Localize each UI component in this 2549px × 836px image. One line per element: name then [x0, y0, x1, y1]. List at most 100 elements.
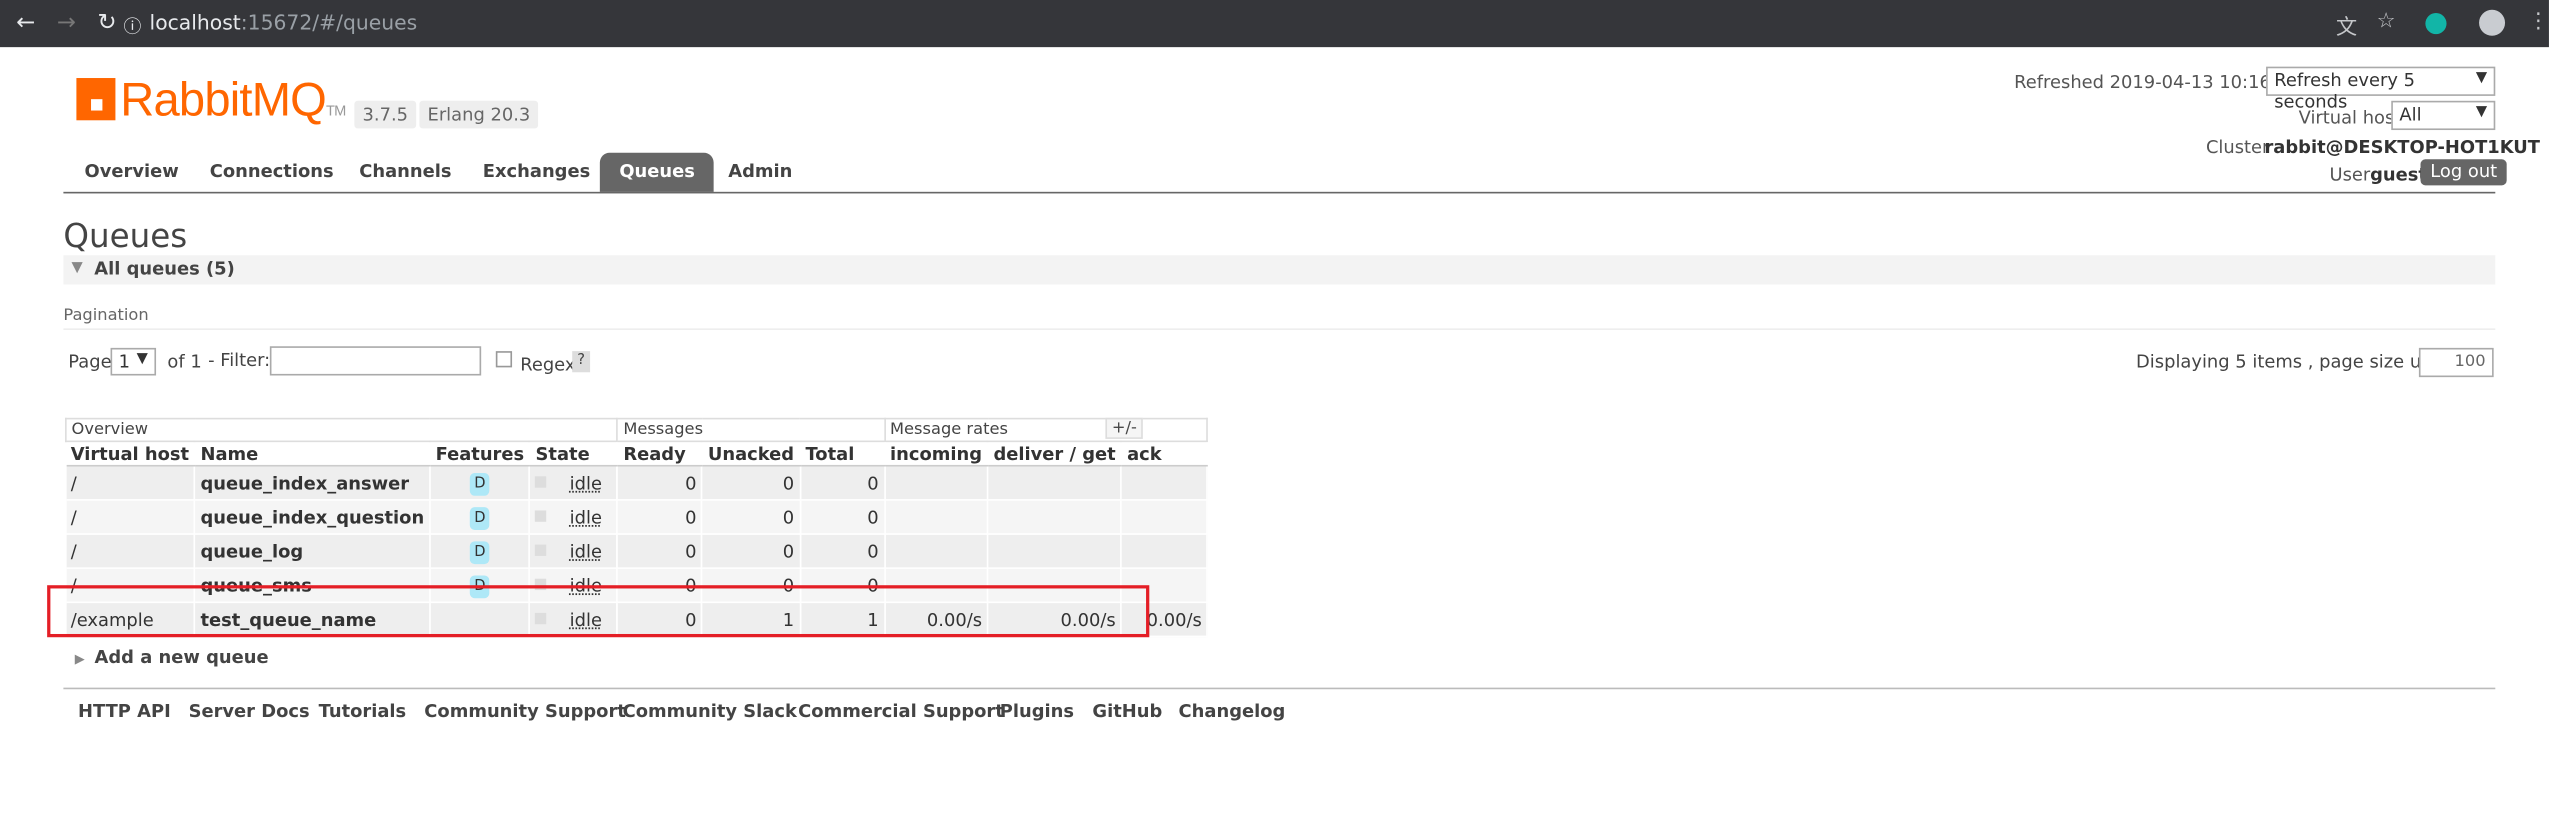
cell-incoming [884, 465, 989, 501]
col-vhost[interactable]: Virtual host [65, 441, 196, 467]
all-queues-label: All queues (5) [94, 258, 235, 280]
cell-total: 0 [799, 499, 886, 535]
footer-link-github[interactable]: GitHub [1092, 701, 1162, 722]
add-queue-section[interactable]: ▶ Add a new queue [63, 646, 269, 669]
group-overview: Overview [65, 417, 619, 443]
footer-link-community-slack[interactable]: Community Slack [623, 701, 797, 722]
cell-ready: 0 [617, 534, 703, 569]
col-name[interactable]: Name [194, 441, 431, 467]
extension-icon[interactable] [2425, 13, 2447, 35]
state-icon [535, 543, 547, 556]
columns-toggle-button[interactable]: +/- [1105, 417, 1144, 439]
footer-link-tutorials[interactable]: Tutorials [319, 701, 407, 722]
group-messages: Messages [616, 417, 886, 443]
refreshed-label: Refreshed 2019-04-13 10:16:01 [2014, 71, 2300, 93]
regex-help-button[interactable]: ? [572, 351, 591, 373]
col-ready[interactable]: Ready [617, 441, 703, 467]
footer-link-server-docs[interactable]: Server Docs [189, 701, 310, 722]
filter-input[interactable] [269, 346, 482, 376]
chevron-down-icon: ▼ [136, 351, 148, 368]
divider [63, 328, 2496, 330]
col-deliver-get[interactable]: deliver / get [987, 441, 1123, 467]
cell-ack [1121, 499, 1209, 535]
vhost-select[interactable]: All ▼ [2391, 100, 2496, 131]
refresh-select[interactable]: Refresh every 5 seconds ▼ [2266, 66, 2496, 112]
page-size-input[interactable]: 100 [2418, 347, 2494, 378]
col-unacked[interactable]: Unacked [702, 441, 801, 467]
tab-admin[interactable]: Admin [728, 161, 792, 182]
cell-vhost: / [65, 534, 196, 569]
add-queue-label: Add a new queue [94, 646, 269, 669]
collapse-icon: ▼ [71, 260, 83, 277]
address-bar[interactable]: localhost:15672/#/queues [150, 10, 418, 34]
translate-icon[interactable]: 文 [2336, 10, 2357, 40]
group-message-rates: Message rates [883, 417, 1209, 443]
cell-total: 0 [799, 534, 886, 569]
erlang-badge: Erlang 20.3 [419, 100, 539, 129]
regex-label: Regex [520, 354, 576, 376]
page-title: Queues [63, 216, 188, 256]
footer-link-community-support[interactable]: Community Support [424, 701, 626, 722]
cell-unacked: 0 [702, 465, 801, 501]
cell-ack [1121, 534, 1209, 569]
cell-unacked: 0 [702, 534, 801, 569]
tab-exchanges[interactable]: Exchanges [483, 161, 590, 182]
chevron-down-icon: ▼ [2475, 104, 2488, 121]
state-icon [535, 475, 547, 487]
col-features[interactable]: Features [429, 441, 531, 467]
rabbitmq-logo: RabbitMQTM [76, 75, 346, 129]
state-label: idle [569, 540, 602, 562]
cell-ready: 0 [617, 499, 703, 535]
tab-queues[interactable]: Queues [599, 152, 715, 192]
cell-ready: 0 [617, 465, 703, 501]
table-row: / queue_index_answer D idle 0 0 0 [65, 465, 1209, 501]
menu-icon[interactable]: ⋮ [2528, 10, 2549, 34]
forward-icon[interactable]: → [57, 10, 76, 36]
tab-channels[interactable]: Channels [359, 161, 451, 182]
info-icon[interactable]: ⓘ [124, 13, 142, 39]
highlight-box [47, 585, 1150, 638]
all-queues-section[interactable]: ▼ All queues (5) [63, 255, 2496, 285]
footer-link-plugins[interactable]: Plugins [1000, 701, 1074, 722]
star-icon[interactable]: ☆ [2377, 10, 2396, 34]
cell-incoming [884, 499, 989, 535]
cell-unacked: 0 [702, 499, 801, 535]
col-incoming[interactable]: incoming [884, 441, 989, 467]
queue-name-link[interactable]: queue_index_answer [194, 465, 431, 501]
table-row: / queue_log D idle 0 0 0 [65, 534, 1209, 569]
col-state[interactable]: State [529, 441, 619, 467]
col-total[interactable]: Total [799, 441, 886, 467]
back-icon[interactable]: ← [16, 10, 35, 36]
url-host: localhost [149, 9, 241, 35]
expand-icon: ▶ [74, 651, 85, 667]
cell-deliver [987, 534, 1123, 569]
footer-link-changelog[interactable]: Changelog [1179, 701, 1286, 722]
cell-total: 0 [799, 465, 886, 501]
state-label: idle [569, 472, 602, 494]
tab-connections[interactable]: Connections [210, 161, 334, 182]
queue-name-link[interactable]: queue_index_question [194, 499, 431, 535]
rabbit-icon [76, 78, 116, 121]
durable-badge: D [470, 540, 490, 564]
version-badge: 3.7.5 [354, 100, 417, 129]
cell-ack [1121, 465, 1209, 501]
tab-overview[interactable]: Overview [85, 161, 179, 182]
pagination-title: Pagination [63, 307, 149, 326]
page-select[interactable]: 1 ▼ [110, 347, 157, 376]
regex-checkbox[interactable] [495, 351, 513, 368]
reload-icon[interactable]: ↻ [98, 10, 117, 36]
profile-avatar[interactable] [2479, 9, 2506, 36]
footer-link-http-api[interactable]: HTTP API [78, 701, 171, 722]
col-ack[interactable]: ack [1121, 441, 1209, 467]
state-label: idle [569, 506, 602, 528]
footer-link-commercial-support[interactable]: Commercial Support [798, 701, 1004, 722]
durable-badge: D [470, 472, 490, 495]
page-select-value: 1 [118, 351, 131, 373]
queue-name-link[interactable]: queue_log [194, 534, 431, 569]
cell-vhost: / [65, 465, 196, 501]
cell-incoming [884, 534, 989, 569]
filter-label: - Filter: [208, 349, 271, 371]
page-label: Page [68, 351, 112, 373]
chevron-down-icon: ▼ [2475, 69, 2488, 87]
url-path: :15672/#/queues [240, 9, 418, 35]
